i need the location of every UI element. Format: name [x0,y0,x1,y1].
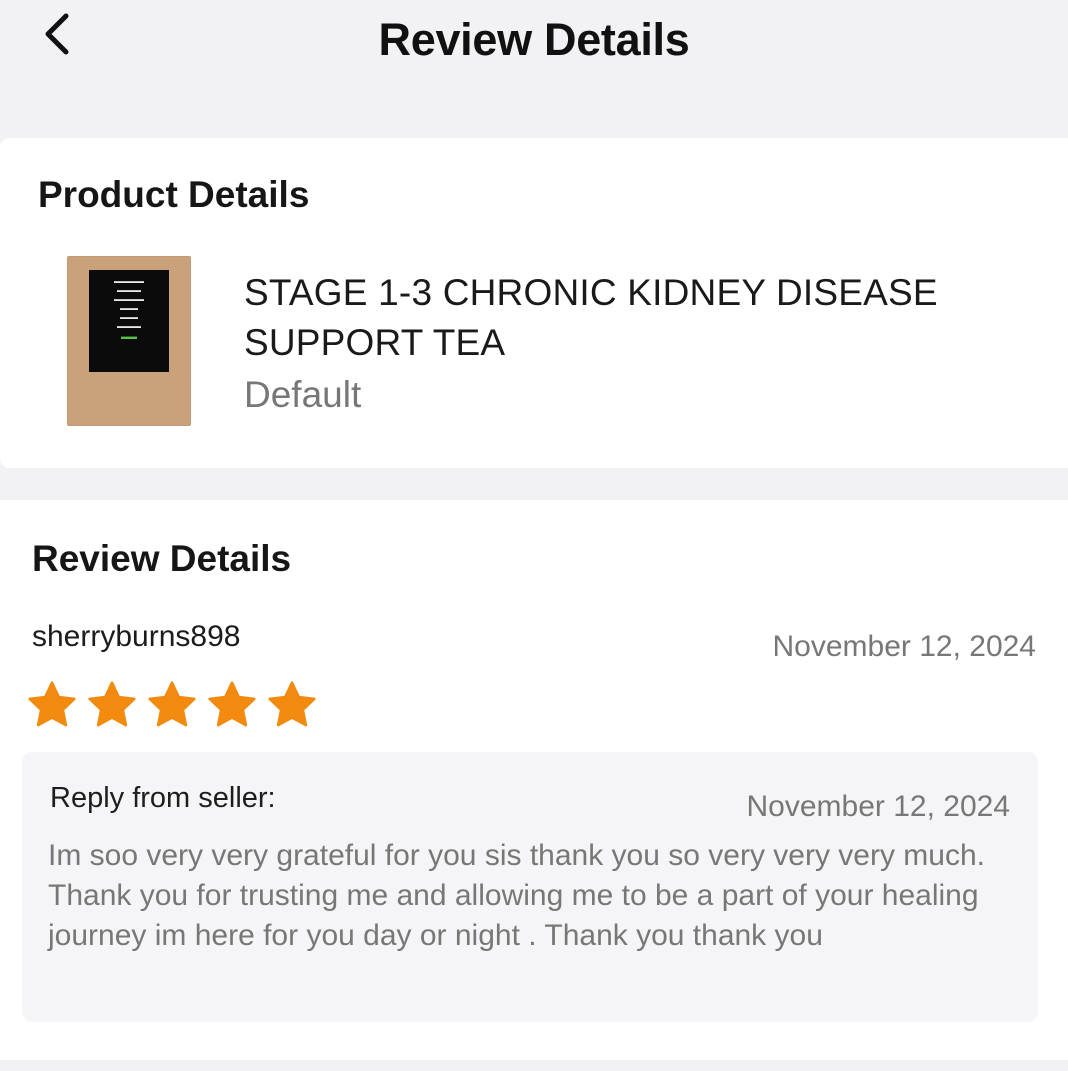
page-title: Review Details [378,14,690,65]
product-variant: Default [244,374,362,415]
seller-reply: Reply from seller: November 12, 2024 Im … [22,752,1038,1022]
star-icon [86,680,138,730]
star-icon [266,680,318,730]
reply-text: Im soo very very grateful for you sis th… [48,839,986,952]
product-package-label: ▬▬▬▬▬ ▬▬▬▬ ▬▬▬▬▬ ▬▬▬ ▬▬▬ ▬▬▬▬ ▬▬ [89,270,169,372]
star-icon [26,680,78,730]
star-icon [146,680,198,730]
product-details-card: Product Details ▬▬▬▬▬ ▬▬▬▬ ▬▬▬▬▬ ▬▬▬ ▬▬▬ ▬▬▬… [0,138,1068,468]
product-thumbnail[interactable]: ▬▬▬▬▬ ▬▬▬▬ ▬▬▬▬▬ ▬▬▬ ▬▬▬ ▬▬▬▬ ▬▬ [67,256,191,426]
star-rating [26,680,318,730]
review-details-card: Review Details sherryburns898 November 1… [0,500,1068,1060]
nav-bar: Review Details [0,0,1068,100]
star-icon [206,680,258,730]
reply-label: Reply from seller: [50,782,276,814]
product-name: STAGE 1-3 CHRONIC KIDNEY DISEASE SUPPORT… [244,272,938,363]
review-section-title: Review Details [32,538,292,579]
review-date: November 12, 2024 [772,630,1037,663]
reply-date: November 12, 2024 [746,790,1011,823]
reviewer-username: sherryburns898 [32,620,241,653]
product-section-title: Product Details [38,174,310,215]
